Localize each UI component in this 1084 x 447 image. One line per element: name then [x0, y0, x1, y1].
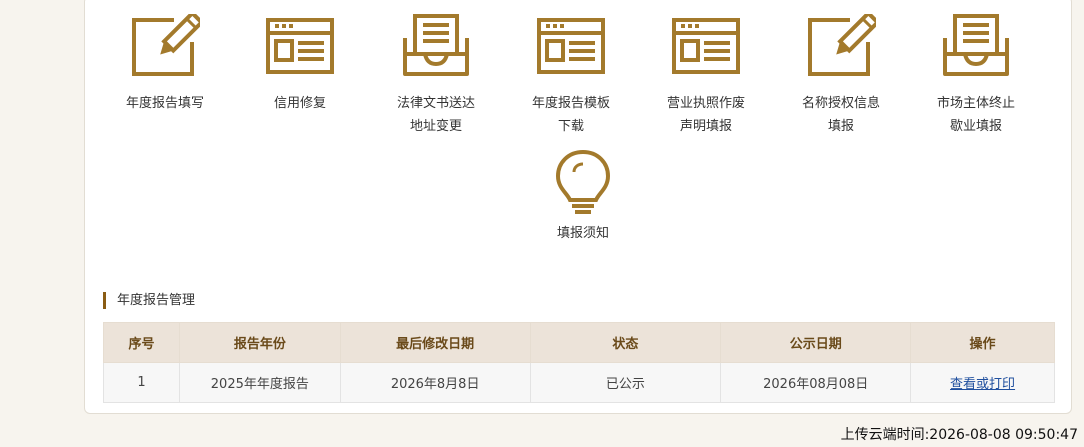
tile-label: 营业执照作废 声明填报 — [666, 96, 745, 134]
annual-report-table: 序号 报告年份 最后修改日期 状态 公示日期 操作 1 2025年年度报告 20… — [103, 322, 1055, 403]
column-header-index: 序号 — [103, 322, 180, 363]
tile-label: 市场主体终止 歇业填报 — [936, 96, 1015, 134]
column-header-modified: 最后修改日期 — [339, 322, 531, 363]
tile-name-authorization[interactable]: 名称授权信息 填报 — [773, 14, 909, 138]
column-header-publish-date: 公示日期 — [720, 322, 912, 363]
tile-label: 年度报告填写 — [125, 96, 204, 111]
lightbulb-icon — [556, 150, 610, 214]
edit-icon — [808, 14, 876, 76]
tile-credit-repair[interactable]: 信用修复 — [232, 14, 368, 115]
cell-modified: 2026年8月8日 — [339, 362, 531, 403]
cell-status: 已公示 — [529, 362, 722, 403]
tile-annual-report-fill[interactable]: 年度报告填写 — [97, 14, 233, 115]
inbox-document-icon — [403, 14, 469, 76]
inbox-document-icon — [943, 14, 1009, 76]
column-header-year: 报告年份 — [178, 322, 341, 363]
table-row: 1 2025年年度报告 2026年8月8日 已公示 2026年08月08日 查看… — [103, 362, 1055, 403]
table-header-row: 序号 报告年份 最后修改日期 状态 公示日期 操作 — [103, 322, 1055, 363]
tile-report-template-download[interactable]: 年度报告模板 下载 — [503, 14, 639, 138]
cell-index: 1 — [103, 362, 180, 403]
tile-filing-instructions[interactable]: 填报须知 — [515, 148, 651, 245]
tile-label: 信用修复 — [273, 96, 326, 111]
section-title: 年度报告管理 — [103, 292, 195, 309]
cell-publish-date: 2026年08月08日 — [720, 362, 912, 403]
tile-label: 年度报告模板 下载 — [531, 96, 610, 134]
tile-label: 填报须知 — [556, 226, 609, 241]
tile-legal-address-change[interactable]: 法律文书送达 地址变更 — [368, 14, 504, 138]
tile-label: 法律文书送达 地址变更 — [396, 96, 475, 134]
window-form-icon — [266, 18, 334, 74]
service-grid: 年度报告填写 信用修复 法律文书送达 地址变更 年度报告模板 下载 营业执照作废 声明… — [0, 0, 1084, 260]
tile-entity-termination[interactable]: 市场主体终止 歇业填报 — [908, 14, 1044, 138]
tile-label: 名称授权信息 填报 — [801, 96, 880, 134]
edit-icon — [132, 14, 200, 76]
window-form-icon — [537, 18, 605, 74]
tile-license-void-declaration[interactable]: 营业执照作废 声明填报 — [638, 14, 774, 138]
view-print-link[interactable]: 查看或打印 — [950, 377, 1015, 392]
column-header-action: 操作 — [910, 322, 1055, 363]
window-form-icon — [672, 18, 740, 74]
column-header-status: 状态 — [529, 322, 722, 363]
cell-year: 2025年年度报告 — [178, 362, 341, 403]
upload-time: 上传云端时间:2026-08-08 09:50:47 — [840, 427, 1078, 443]
cell-action: 查看或打印 — [910, 362, 1055, 403]
